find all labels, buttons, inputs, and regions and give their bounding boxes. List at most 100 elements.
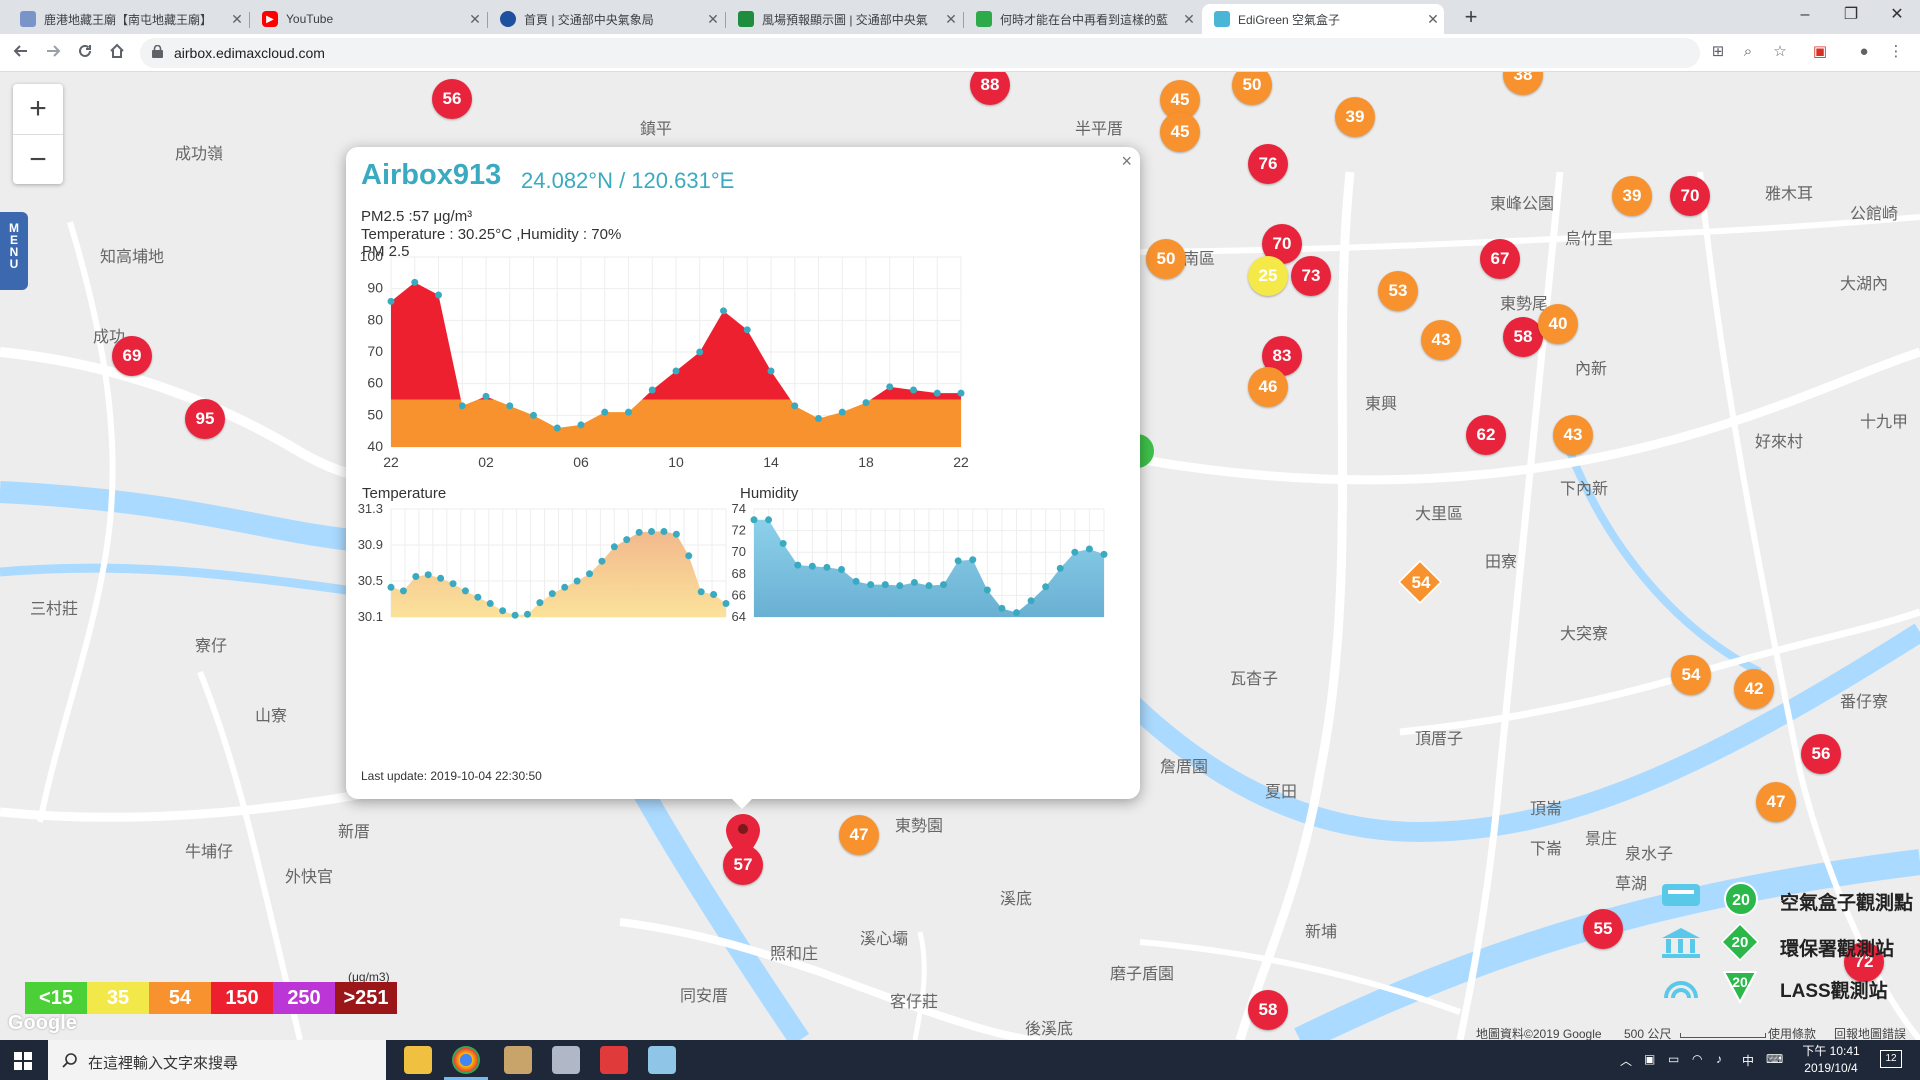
show-hidden-icons[interactable]: ︿	[1620, 1052, 1632, 1069]
airbox-marker[interactable]: 50	[1146, 239, 1186, 279]
airbox-marker[interactable]: 58	[1503, 317, 1543, 357]
airbox-marker[interactable]: 42	[1734, 669, 1774, 709]
legend-scale-step: 35	[87, 982, 149, 1014]
notification-center-icon[interactable]: 12	[1880, 1050, 1902, 1068]
airbox-marker[interactable]: 47	[839, 815, 879, 855]
menu-kebab-icon[interactable]: ⋮	[1884, 40, 1908, 64]
pm25-reading: PM2.5 :57 μg/m³	[361, 208, 473, 225]
airbox-marker[interactable]: 55	[1583, 909, 1623, 949]
file-explorer-icon[interactable]	[404, 1046, 432, 1074]
chrome-icon[interactable]	[452, 1046, 480, 1074]
airbox-marker[interactable]: 53	[1378, 271, 1418, 311]
airbox-marker[interactable]: 43	[1421, 320, 1461, 360]
home-button[interactable]	[102, 38, 132, 68]
pm25-data-point	[720, 307, 727, 315]
tab-3[interactable]: 首頁 | 交通部中央氣象局 ✕	[488, 4, 724, 34]
pm25-data-point	[838, 408, 846, 416]
zoom-in-button[interactable]: +	[13, 84, 63, 134]
temperature-data-point	[648, 528, 656, 535]
translate-icon[interactable]: ⊞	[1706, 40, 1730, 64]
airbox-marker[interactable]: 73	[1291, 256, 1331, 296]
airbox-marker[interactable]: 76	[1248, 144, 1288, 184]
system-clock[interactable]: 下午 10:41 2019/10/4	[1796, 1043, 1866, 1077]
close-tab-icon[interactable]: ✕	[464, 11, 486, 28]
airbox-marker[interactable]: 46	[1248, 367, 1288, 407]
airbox-marker[interactable]: 95	[185, 399, 225, 439]
tab-title: 鹿港地藏王廟【南屯地藏王廟】	[44, 12, 213, 27]
humidity-data-point	[779, 540, 787, 548]
security-tray-icon[interactable]: ▣	[1644, 1052, 1655, 1066]
windows-start-icon[interactable]	[14, 1052, 32, 1070]
tab-1[interactable]: 鹿港地藏王廟【南屯地藏王廟】 ✕	[8, 4, 248, 34]
pm25-color-scale: <15 35 54 150 250 >251	[25, 982, 397, 1014]
network-wifi-icon[interactable]: ◠	[1692, 1052, 1702, 1066]
extension-icon[interactable]: ▣	[1808, 40, 1832, 64]
lass-station-marker[interactable]: 54	[1397, 559, 1443, 605]
maximize-button[interactable]: ❐	[1828, 0, 1874, 30]
close-tab-icon[interactable]: ✕	[1422, 11, 1444, 28]
temperature-data-point	[486, 600, 494, 607]
place-label: 新埔	[1305, 924, 1338, 941]
keyboard-layout-icon[interactable]: ⌨	[1766, 1052, 1783, 1066]
airbox-marker[interactable]: 39	[1335, 97, 1375, 137]
report-map-error-link[interactable]: 回報地圖錯誤	[1834, 1025, 1906, 1040]
airbox-marker[interactable]: 47	[1756, 782, 1796, 822]
app-icon-1[interactable]	[504, 1046, 532, 1074]
airbox-marker[interactable]: 40	[1538, 304, 1578, 344]
app-icon-3[interactable]	[600, 1046, 628, 1074]
airbox-marker[interactable]: 69	[112, 336, 152, 376]
forward-button[interactable]	[38, 38, 68, 68]
app-icon-2[interactable]	[552, 1046, 580, 1074]
airbox-marker[interactable]: 56	[1801, 734, 1841, 774]
minimize-button[interactable]: –	[1782, 0, 1828, 30]
airbox-marker[interactable]: 70	[1670, 176, 1710, 216]
ime-indicator[interactable]: 中	[1742, 1052, 1754, 1069]
tab-6-active[interactable]: EdiGreen 空氣盒子 ✕	[1202, 4, 1444, 34]
side-menu-tab[interactable]: MENU	[0, 212, 28, 290]
zoom-magnifier-icon[interactable]: ⌕	[1736, 40, 1760, 64]
selected-location-pin-icon[interactable]	[726, 814, 760, 860]
taskbar-search-box[interactable]: 在這裡輸入文字來搜尋	[48, 1040, 386, 1080]
y-tick-label: 64	[732, 609, 746, 624]
place-label: 知高埔地	[100, 249, 165, 266]
tab-4[interactable]: 風場預報顯示圖 | 交通部中央氣 ✕	[726, 4, 962, 34]
pm25-data-point	[957, 389, 965, 397]
map-canvas[interactable]: 成功嶺 鎮平 半平厝 知高埔地 成功 南區 東峰公園 烏竹里 雅木耳 公館崎 東勢尾 大湖內 內新 東興好…	[0, 72, 1920, 1040]
airbox-marker[interactable]: 25	[1248, 256, 1288, 296]
reload-button[interactable]	[70, 38, 100, 68]
close-tab-icon[interactable]: ✕	[226, 11, 248, 28]
profile-avatar-icon[interactable]: ●	[1852, 40, 1876, 64]
close-tab-icon[interactable]: ✕	[1178, 11, 1200, 28]
new-tab-button[interactable]: +	[1456, 4, 1486, 32]
humidity-data-point	[881, 581, 889, 589]
tab-2[interactable]: ▶ YouTube ✕	[250, 4, 486, 34]
temperature-data-point	[697, 588, 705, 596]
airbox-marker[interactable]: 56	[432, 79, 472, 119]
pm25-data-point	[815, 415, 822, 422]
volume-icon[interactable]: ♪	[1716, 1052, 1722, 1066]
airbox-marker[interactable]: 43	[1553, 415, 1593, 455]
back-button[interactable]	[6, 38, 36, 68]
battery-icon[interactable]: ▭	[1668, 1052, 1679, 1066]
airbox-marker[interactable]: 67	[1480, 239, 1520, 279]
place-label: 雅木耳	[1765, 186, 1814, 203]
humidity-data-point	[910, 578, 918, 586]
airbox-marker[interactable]: 62	[1466, 415, 1506, 455]
zoom-out-button[interactable]: −	[13, 135, 63, 185]
pm25-data-point	[862, 399, 870, 407]
bookmark-star-icon[interactable]: ☆	[1768, 40, 1792, 64]
temperature-data-point	[685, 552, 693, 560]
tab-5[interactable]: 何時才能在台中再看到這樣的藍 ✕	[964, 4, 1200, 34]
terms-link[interactable]: 使用條款	[1768, 1025, 1816, 1040]
close-tab-icon[interactable]: ✕	[702, 11, 724, 28]
close-tab-icon[interactable]: ✕	[940, 11, 962, 28]
close-window-button[interactable]: ✕	[1874, 0, 1920, 30]
airbox-marker[interactable]: 58	[1248, 990, 1288, 1030]
app-icon-4[interactable]	[648, 1046, 676, 1074]
x-tick-label: 02	[478, 454, 494, 470]
address-bar[interactable]: airbox.edimaxcloud.com	[140, 38, 1700, 68]
airbox-marker[interactable]: 54	[1671, 655, 1711, 695]
airbox-marker[interactable]: 39	[1612, 176, 1652, 216]
popup-close-button[interactable]: ×	[1121, 151, 1132, 172]
airbox-marker[interactable]: 45	[1160, 112, 1200, 152]
